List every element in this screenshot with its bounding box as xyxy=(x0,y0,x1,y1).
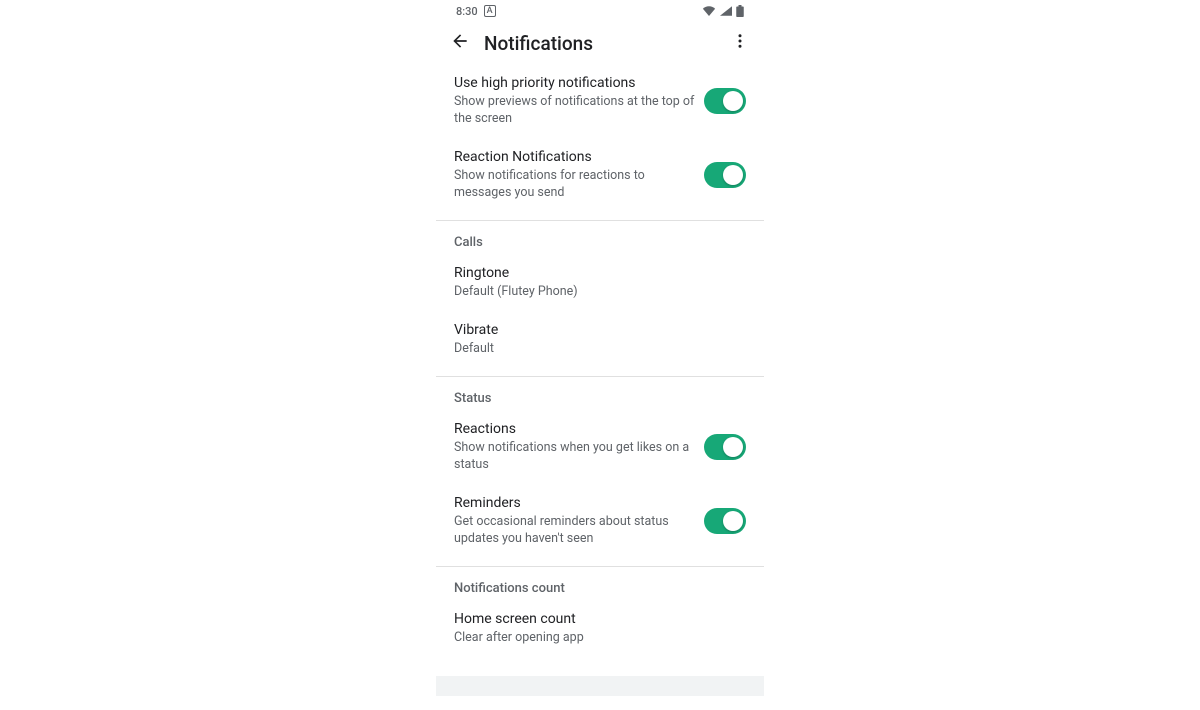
high-priority-sub: Show previews of notifications at the to… xyxy=(454,94,696,128)
more-options-button[interactable] xyxy=(724,27,756,59)
more-vert-icon xyxy=(731,32,749,54)
section-header-calls: Calls xyxy=(436,221,764,254)
arrow-back-icon xyxy=(450,31,470,55)
ringtone-sub: Default (Flutey Phone) xyxy=(454,284,738,301)
home-screen-count-sub: Clear after opening app xyxy=(454,630,738,647)
status-reminders-sub: Get occasional reminders about status up… xyxy=(454,514,696,548)
status-reactions-toggle[interactable] xyxy=(704,434,746,460)
status-time: 8:30 xyxy=(456,5,478,18)
high-priority-row[interactable]: Use high priority notifications Show pre… xyxy=(436,64,764,138)
status-reminders-title: Reminders xyxy=(454,494,696,512)
vibrate-row[interactable]: Vibrate Default xyxy=(436,311,764,368)
reaction-notifications-title: Reaction Notifications xyxy=(454,148,696,166)
status-bar: 8:30 A xyxy=(436,0,764,22)
cell-signal-icon xyxy=(720,6,732,16)
vibrate-sub: Default xyxy=(454,341,738,358)
reaction-notifications-toggle[interactable] xyxy=(704,162,746,188)
status-reminders-row[interactable]: Reminders Get occasional reminders about… xyxy=(436,484,764,558)
status-reactions-title: Reactions xyxy=(454,420,696,438)
section-header-count: Notifications count xyxy=(436,567,764,600)
status-reactions-row[interactable]: Reactions Show notifications when you ge… xyxy=(436,410,764,484)
ringtone-title: Ringtone xyxy=(454,264,738,282)
ringtone-row[interactable]: Ringtone Default (Flutey Phone) xyxy=(436,254,764,311)
status-reactions-sub: Show notifications when you get likes on… xyxy=(454,440,696,474)
vibrate-title: Vibrate xyxy=(454,321,738,339)
phone-frame: 8:30 A Notifications xyxy=(436,0,764,690)
status-app-badge: A xyxy=(484,5,496,17)
app-bar: Notifications xyxy=(436,22,764,64)
home-screen-count-title: Home screen count xyxy=(454,610,738,628)
battery-icon xyxy=(736,5,744,17)
wifi-icon xyxy=(702,6,716,16)
back-button[interactable] xyxy=(444,27,476,59)
settings-list[interactable]: Use high priority notifications Show pre… xyxy=(436,64,764,710)
section-header-status: Status xyxy=(436,377,764,410)
high-priority-toggle[interactable] xyxy=(704,88,746,114)
page-title: Notifications xyxy=(484,32,724,55)
status-reminders-toggle[interactable] xyxy=(704,508,746,534)
high-priority-title: Use high priority notifications xyxy=(454,74,696,92)
reaction-notifications-row[interactable]: Reaction Notifications Show notification… xyxy=(436,138,764,212)
home-screen-count-row[interactable]: Home screen count Clear after opening ap… xyxy=(436,600,764,651)
bottom-overlay xyxy=(436,676,764,696)
reaction-notifications-sub: Show notifications for reactions to mess… xyxy=(454,168,696,202)
